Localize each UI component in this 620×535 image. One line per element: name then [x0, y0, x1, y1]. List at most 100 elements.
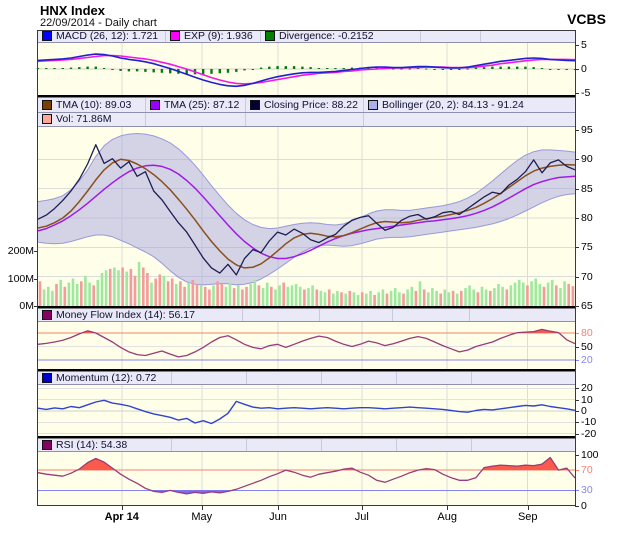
volume-bar [261, 288, 265, 306]
legend-cell [246, 112, 364, 126]
volume-bar [38, 281, 42, 307]
volume-bar [142, 267, 145, 306]
volume-bar [369, 290, 372, 306]
volume-bar [505, 289, 509, 306]
volume-bar [170, 278, 174, 306]
axis-tick [121, 505, 123, 510]
volume-bar [451, 290, 455, 306]
y-axis-label: 90 [581, 153, 593, 166]
axis-tick [34, 251, 38, 252]
divergence-bar [127, 69, 131, 72]
volume-bar [282, 282, 285, 306]
y-axis-label: 30 [581, 484, 593, 497]
volume-bar [472, 289, 475, 306]
volume-bar [332, 293, 335, 306]
volume-bar [447, 292, 451, 307]
y-axis-label: -20 [581, 427, 597, 440]
axis-tick [575, 333, 579, 334]
y-axis-label: 50 [581, 340, 593, 353]
axis-tick [575, 360, 579, 361]
volume-bar [340, 292, 343, 307]
divergence-bar [482, 67, 486, 69]
volume-bar [431, 288, 434, 306]
legend-cell: Closing Price: 88.22 [246, 97, 364, 112]
y-axis-label: 70 [581, 270, 593, 283]
volume-bar [274, 289, 277, 306]
volume-bar [249, 284, 252, 306]
legend-swatch-icon [42, 309, 52, 320]
chart-canvas [36, 43, 577, 506]
divergence-bar [276, 66, 279, 69]
volume-bar [232, 288, 236, 306]
divergence-bar [449, 69, 453, 70]
legend-cell [421, 30, 481, 42]
legend-cell [243, 308, 320, 321]
volume-bar [526, 285, 529, 306]
axis-tick [575, 505, 579, 507]
axis-tick [575, 218, 579, 219]
legend-cell [397, 371, 472, 384]
volume-bar [92, 285, 95, 306]
divergence-bar [160, 69, 164, 73]
divergence-bar [94, 66, 97, 69]
legend-cell: Momentum (12): 0.72 [38, 371, 172, 384]
legend-cell: Bollinger (20, 2): 84.13 - 91.24 [364, 98, 575, 112]
legend-cell [397, 438, 472, 451]
divergence-bar [218, 69, 221, 74]
volume-bar [129, 268, 133, 306]
axis-tick [575, 247, 579, 249]
volume-bar [154, 278, 157, 306]
volume-bar [216, 281, 219, 307]
volume-bar [224, 286, 228, 307]
volume-bar [290, 285, 294, 306]
volume-bar [406, 289, 409, 306]
volume-bar [63, 286, 67, 307]
volume-bar [480, 286, 484, 307]
volume-bar [323, 292, 327, 307]
axis-tick [575, 159, 579, 161]
divergence-bar [326, 68, 329, 69]
volume-bar [84, 275, 87, 307]
legend-swatch-icon [42, 31, 52, 41]
legend-label: TMA (25): 87.12 [164, 98, 240, 111]
y-axis-label: 70 [581, 464, 593, 477]
divergence-bar [408, 68, 411, 70]
volume-bar [356, 295, 360, 306]
volume-bar [55, 284, 58, 306]
volume-bar [455, 293, 459, 306]
legend-cell: Vol: 71.86M [38, 112, 146, 126]
legend-cell [322, 438, 397, 451]
legend-row-rsi: RSI (14): 54.38 [38, 438, 575, 452]
volume-bar [559, 288, 562, 306]
divergence-bar [53, 68, 56, 69]
volume-bar [307, 288, 310, 306]
y-axis-label: 20 [581, 382, 593, 395]
divergence-bar [251, 69, 254, 70]
divergence-bar [144, 69, 147, 72]
volume-bar [113, 267, 116, 306]
volume-bar [195, 284, 199, 306]
volume-bar [373, 295, 376, 306]
legend-label: Momentum (12): 0.72 [56, 371, 157, 384]
divergence-bar [309, 67, 312, 69]
divergence-bar [86, 66, 89, 69]
volume-bar [96, 279, 100, 306]
volume-bar [51, 290, 54, 306]
legend-label: Vol: 71.86M [56, 113, 112, 126]
divergence-bar [111, 69, 114, 70]
divergence-bar [565, 69, 568, 70]
axis-tick [575, 188, 579, 190]
volume-bar [327, 289, 331, 306]
axis-tick [527, 505, 529, 510]
volume-bar [476, 292, 480, 307]
y-axis-label: 65 [581, 300, 593, 312]
divergence-bar [342, 68, 345, 69]
divergence-bar [433, 69, 436, 70]
volume-bar [538, 284, 542, 306]
x-axis-month-label: May [191, 511, 213, 523]
legend-swatch-icon [42, 439, 52, 450]
volume-bar [203, 286, 207, 307]
volume-bar [522, 282, 525, 306]
x-axis-month-label: Aug [437, 511, 457, 523]
volume-bar [393, 288, 397, 306]
